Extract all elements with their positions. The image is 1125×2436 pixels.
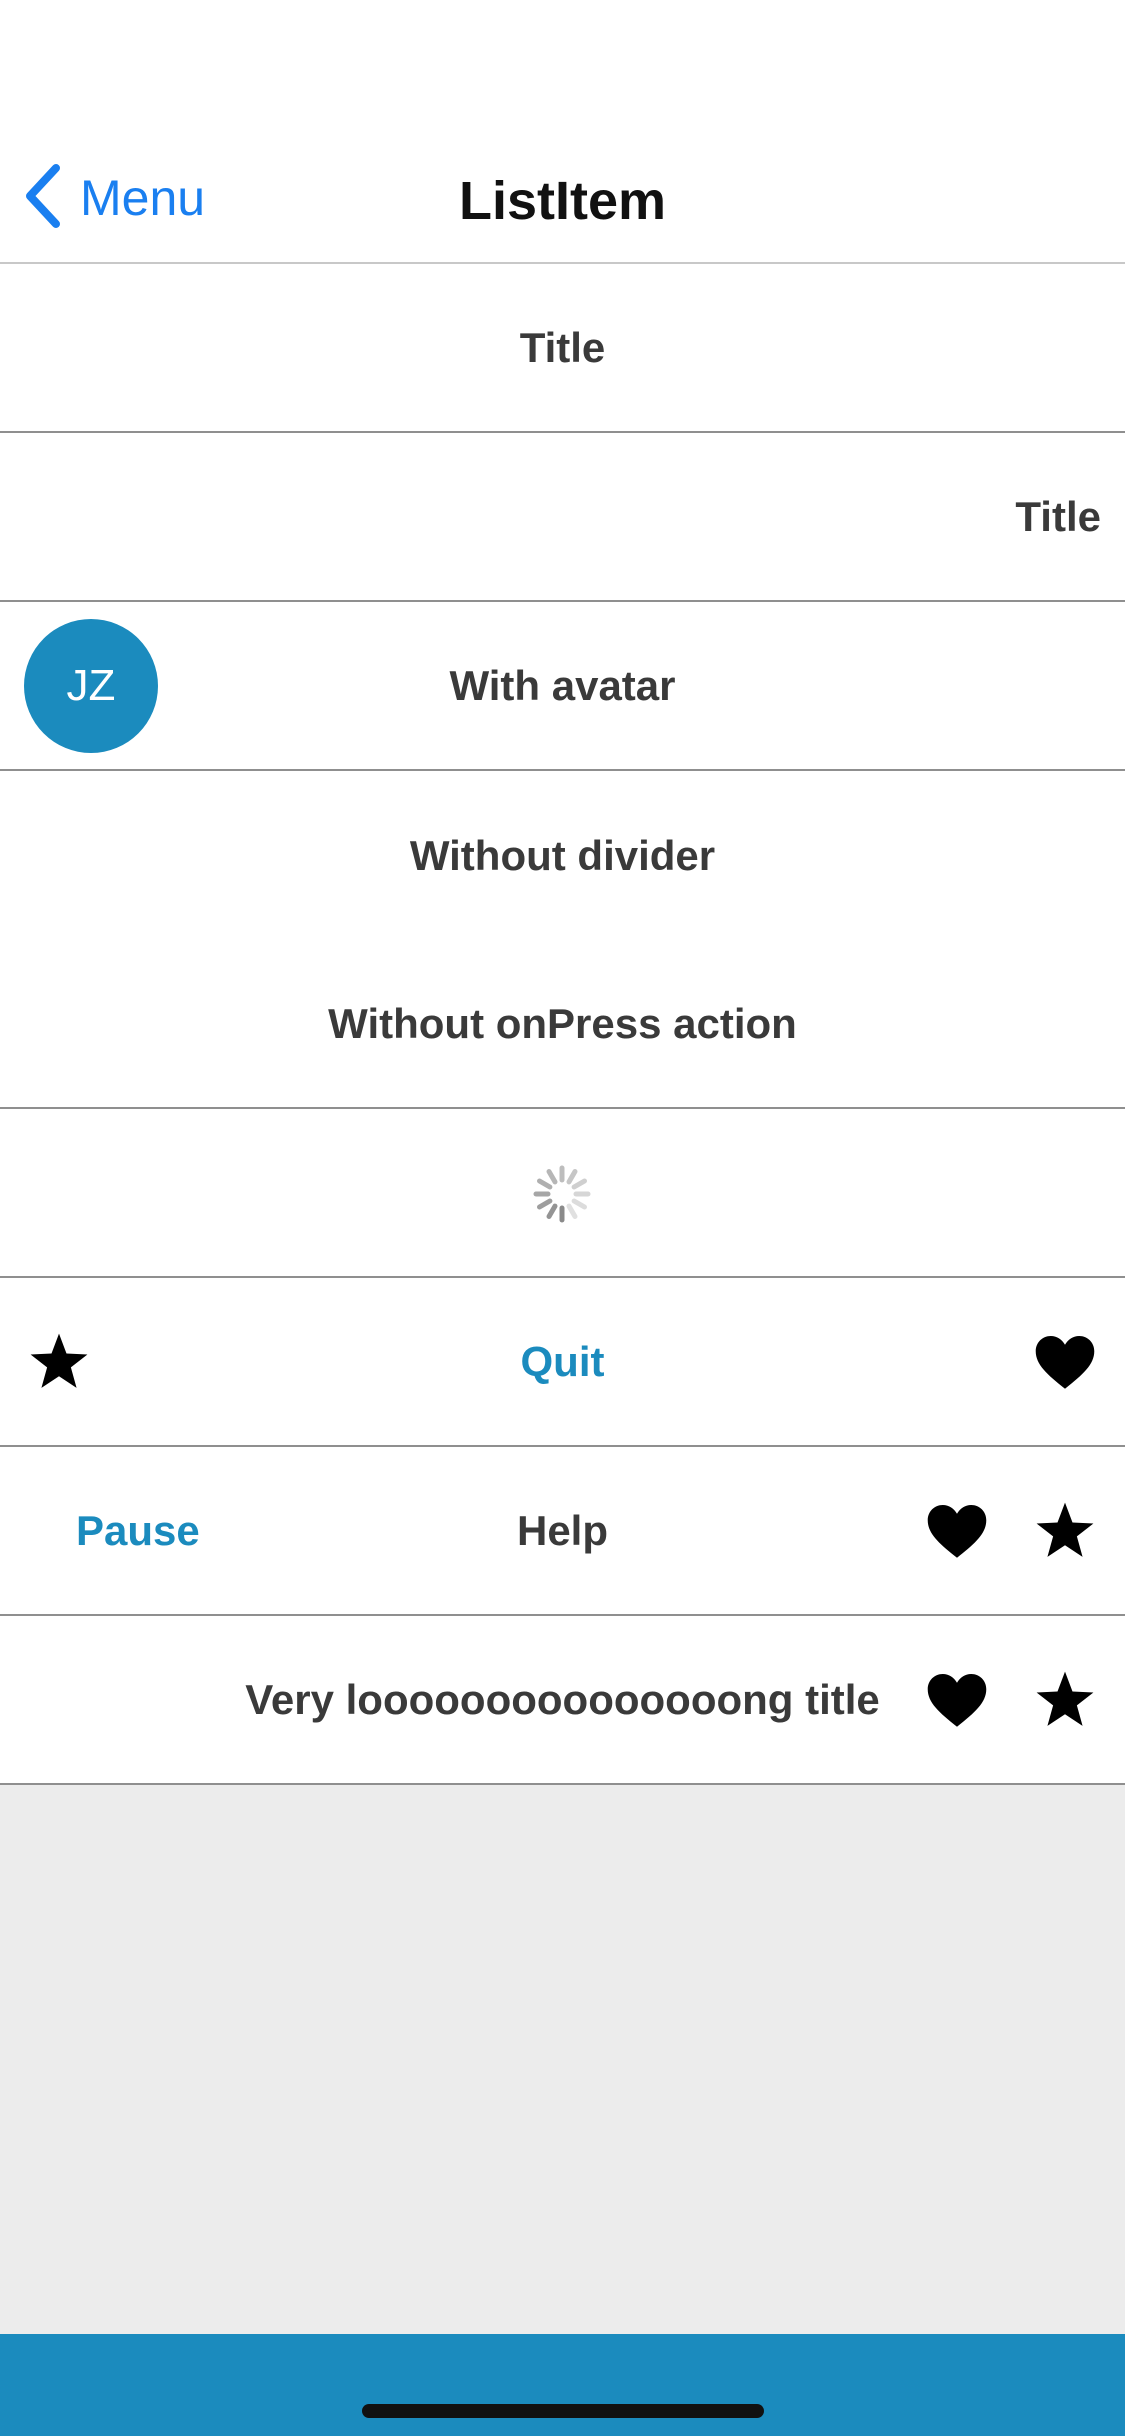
list-item-with-avatar[interactable]: JZ With avatar <box>0 602 1125 771</box>
navigation-bar: Menu ListItem <box>0 132 1125 264</box>
list-item-long-title[interactable]: Very looooooooooooooong title <box>0 1616 1125 1785</box>
spinner-icon <box>532 1164 592 1224</box>
star-icon[interactable] <box>1034 1670 1096 1730</box>
list-item-loading[interactable] <box>0 1109 1125 1278</box>
heart-icon[interactable] <box>926 1503 988 1559</box>
list-item-without-divider[interactable]: Without divider <box>0 771 1125 940</box>
quit-title: Quit <box>520 1337 605 1385</box>
list-item-title: Without divider <box>409 831 716 879</box>
heart-icon[interactable] <box>926 1672 988 1728</box>
bottom-bar <box>0 2334 1125 2436</box>
list-item-title: Without onPress action <box>328 999 797 1047</box>
list-item-title: Title <box>519 323 606 371</box>
list-item-quit[interactable]: Quit <box>0 1278 1125 1447</box>
list-item-title: Title <box>1015 492 1101 540</box>
page-title: ListItem <box>458 171 667 231</box>
list-item-without-action: Without onPress action <box>0 940 1125 1109</box>
list-item-help[interactable]: Pause Help <box>0 1447 1125 1616</box>
heart-icon[interactable] <box>1034 1334 1096 1390</box>
status-bar <box>0 0 1125 132</box>
star-icon[interactable] <box>1034 1501 1096 1561</box>
listitem-screen: Menu ListItem Title Title JZ With avatar… <box>0 0 1125 2436</box>
list-item-title: With avatar <box>449 661 676 709</box>
list-item-right-title[interactable]: Title <box>0 433 1125 602</box>
list: Title Title JZ With avatar Without divid… <box>0 264 1125 1785</box>
list-item-centered-title[interactable]: Title <box>0 264 1125 433</box>
home-indicator[interactable] <box>362 2404 764 2418</box>
